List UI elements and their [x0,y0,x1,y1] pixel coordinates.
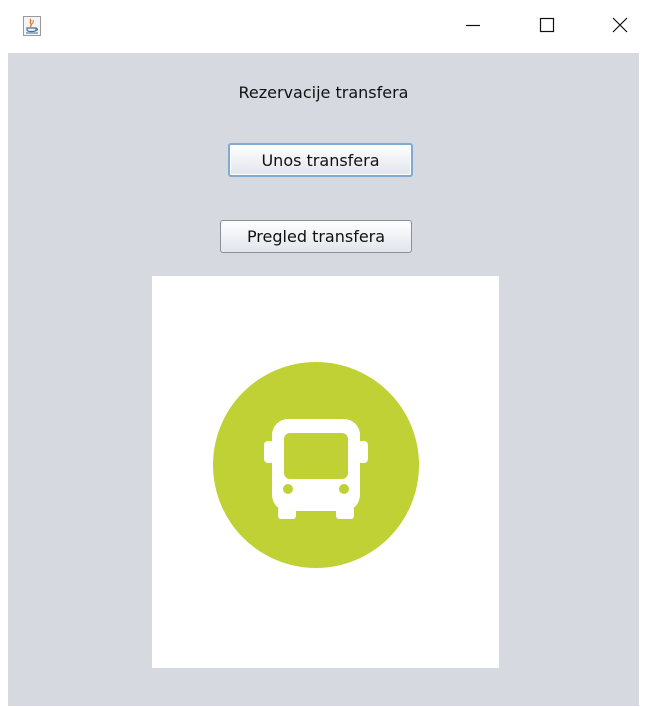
content-panel: Rezervacije transfera Unos transfera Pre… [8,53,639,706]
title-bar[interactable] [0,0,646,53]
page-title: Rezervacije transfera [238,83,409,102]
pregled-transfera-label: Pregled transfera [246,227,386,246]
unos-transfera-button[interactable]: Unos transfera [228,143,413,177]
bus-icon [212,361,420,573]
minimize-button[interactable] [450,0,496,53]
java-app-icon [23,16,41,36]
close-button[interactable] [597,0,643,53]
pregled-transfera-button[interactable]: Pregled transfera [220,220,412,253]
maximize-icon [536,15,556,39]
minimize-icon [463,15,483,39]
maximize-button[interactable] [523,0,569,53]
bus-image-panel [152,276,499,668]
unos-transfera-label: Unos transfera [261,150,380,170]
app-window: Rezervacije transfera Unos transfera Pre… [0,0,646,707]
close-icon [610,15,630,39]
